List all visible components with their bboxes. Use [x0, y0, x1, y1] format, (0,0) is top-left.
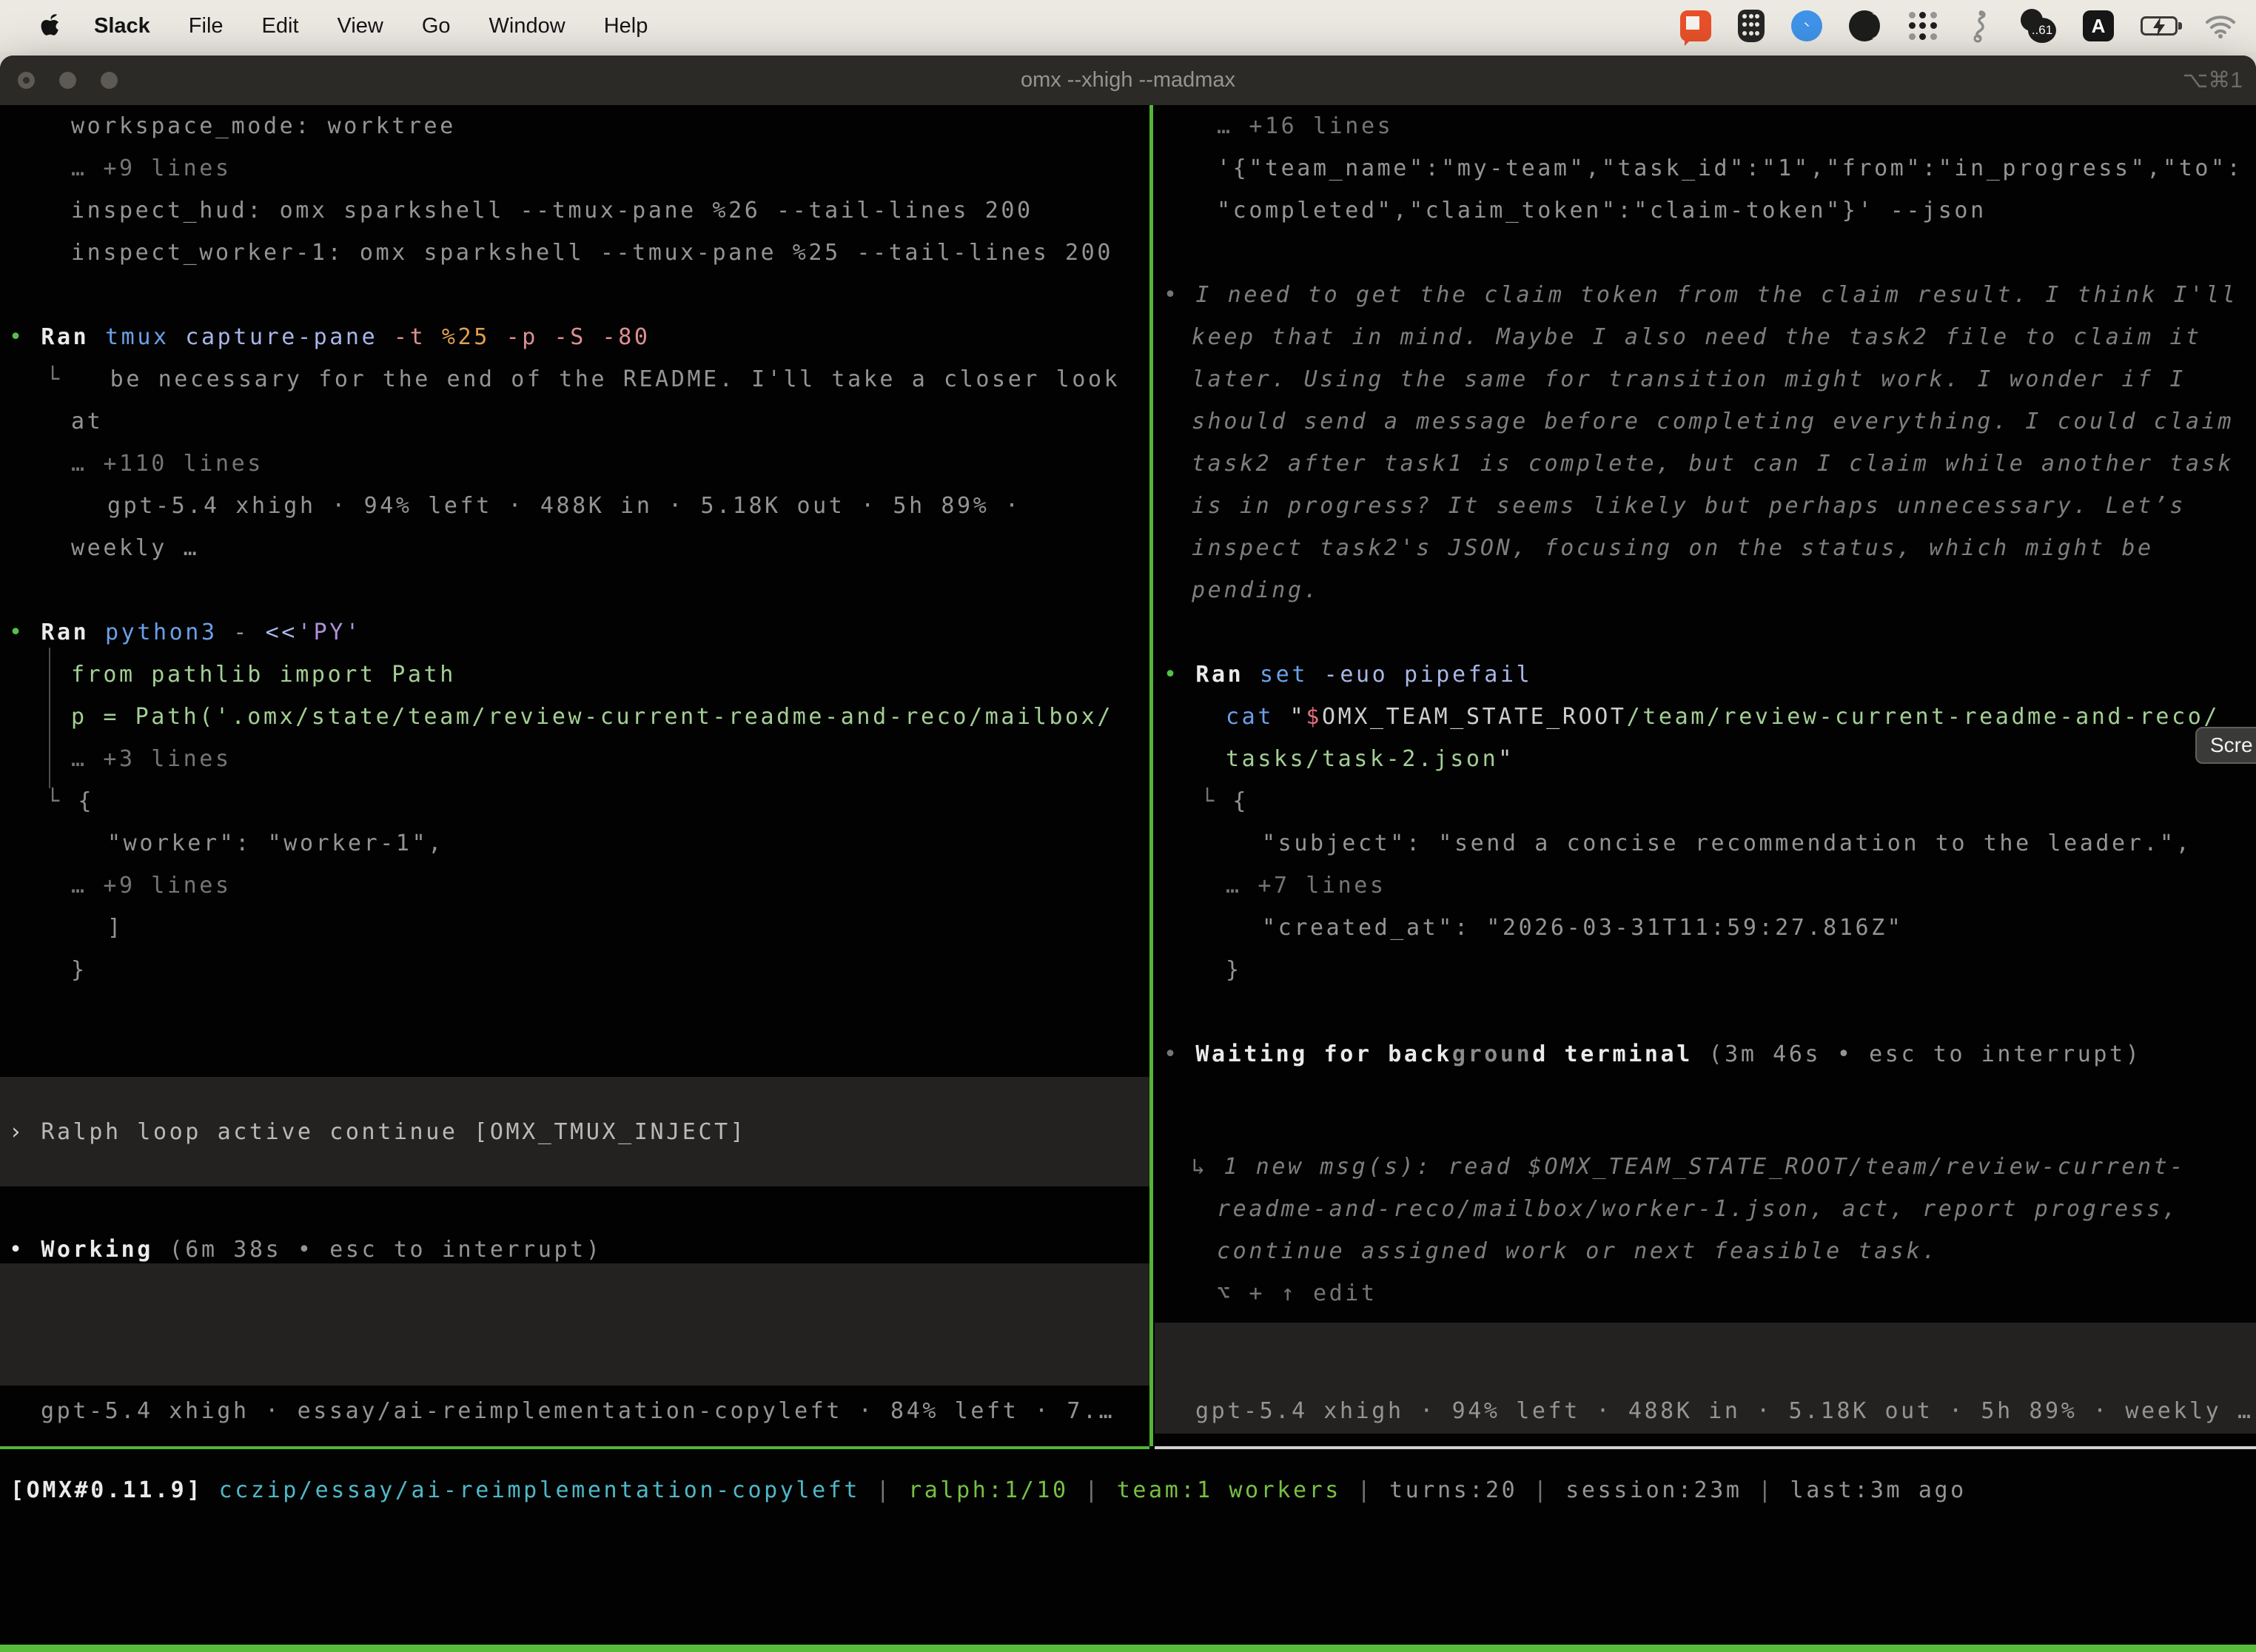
- count-badge-label: ..61: [2028, 18, 2056, 43]
- hud-model-status-line: gpt-5.4 xhigh · essay/ai-reimplementatio…: [0, 1390, 1149, 1432]
- terminal-line: continue assigned work or next feasible …: [1155, 1230, 2256, 1272]
- terminal-line: … +16 lines: [1155, 105, 2256, 147]
- menu-item-view[interactable]: View: [338, 14, 383, 38]
- window-title: omx --xhigh --madmax: [0, 68, 2256, 93]
- hud-output-stream: workspace_mode: worktree… +9 linesinspec…: [0, 105, 1149, 991]
- terminal-line: • Ran python3 - <<'PY': [0, 611, 1149, 654]
- menu-item-help[interactable]: Help: [604, 14, 648, 38]
- battery-icon[interactable]: [2141, 16, 2178, 36]
- tmux-status-bar: [omx-cczip0:bash* "MacBook-Pro-44.local"…: [0, 1645, 2256, 1652]
- terminal-line: … +7 lines: [1155, 864, 2256, 907]
- ralph-loop-panel: › Ralph loop active continue [OMX_TMUX_I…: [0, 1077, 1149, 1186]
- chat-badge-icon[interactable]: [1680, 10, 1711, 41]
- terminal-line: "created_at": "2026-03-31T11:59:27.816Z": [1155, 907, 2256, 949]
- waiting-status-line: • Waiting for background terminal (3m 46…: [1155, 1033, 2256, 1075]
- terminal-line: [0, 274, 1149, 316]
- terminal-line: pending.: [1155, 569, 2256, 611]
- terminal-line: ⌥ + ↑ edit: [1155, 1272, 2256, 1314]
- terminal-line: • Ran tmux capture-pane -t %25 -p -S -80: [0, 316, 1149, 358]
- terminal-line: should send a message before completing …: [1155, 400, 2256, 443]
- terminal-line: "worker": "worker-1",: [0, 822, 1149, 864]
- terminal-line: at: [0, 400, 1149, 443]
- menu-item-file[interactable]: File: [189, 14, 224, 38]
- terminal-line: … +9 lines: [0, 864, 1149, 907]
- terminal-line: weekly …: [0, 527, 1149, 569]
- terminal-line: [1155, 611, 2256, 654]
- count-badge-icon[interactable]: ..61: [2018, 9, 2056, 43]
- terminal-line: "subject": "send a concise recommendatio…: [1155, 822, 2256, 864]
- shield-grid-icon[interactable]: [1738, 10, 1765, 42]
- terminal-line: └ be necessary for the end of the README…: [0, 358, 1149, 400]
- menu-item-slack[interactable]: Slack: [94, 14, 150, 38]
- a-key-icon[interactable]: A: [2083, 10, 2114, 41]
- terminal-line: ↳ 1 new msg(s): read $OMX_TEAM_STATE_ROO…: [1155, 1146, 2256, 1188]
- apple-menu-icon[interactable]: [41, 14, 60, 38]
- terminal-line: gpt-5.4 xhigh · 94% left · 488K in · 5.1…: [1155, 1390, 2256, 1432]
- terminal-line: … +9 lines: [0, 147, 1149, 189]
- terminal-line: inspect_hud: omx sparkshell --tmux-pane …: [0, 189, 1149, 232]
- terminal-line: [OMX#0.11.9] cczip/essay/ai-reimplementa…: [0, 1469, 2256, 1511]
- menu-item-window[interactable]: Window: [489, 14, 565, 38]
- terminal-line: }: [1155, 949, 2256, 991]
- terminal-line: └ {: [1155, 780, 2256, 822]
- window-title-bar[interactable]: omx --xhigh --madmax ⌥⌘1: [0, 56, 2256, 105]
- screenshot-tooltip: Scre: [2195, 727, 2256, 764]
- terminal-line: readme-and-reco/mailbox/worker-1.json, a…: [1155, 1188, 2256, 1230]
- tmux-pane-worker[interactable]: … +16 lines'{"team_name":"my-team","task…: [1155, 105, 2256, 1446]
- terminal-line: '{"team_name":"my-team","task_id":"1","f…: [1155, 147, 2256, 189]
- terminal-line: later. Using the same for transition mig…: [1155, 358, 2256, 400]
- terminal-line: └ {: [0, 780, 1149, 822]
- heredoc-connector-rule: [49, 648, 50, 788]
- worker-model-status-line: gpt-5.4 xhigh · 94% left · 488K in · 5.1…: [1155, 1390, 2256, 1432]
- terminal-line: cat "$OMX_TEAM_STATE_ROOT/team/review-cu…: [1155, 696, 2256, 738]
- omx-status-line: [OMX#0.11.9] cczip/essay/ai-reimplementa…: [0, 1469, 2256, 1511]
- terminal-line: inspect task2's JSON, focusing on the st…: [1155, 527, 2256, 569]
- dots-grid-icon[interactable]: [1907, 10, 1939, 42]
- terminal-line: › Ralph loop active continue [OMX_TMUX_I…: [0, 1111, 1149, 1153]
- terminal-line: • I need to get the claim token from the…: [1155, 274, 2256, 316]
- terminal-line: keep that in mind. Maybe I also need the…: [1155, 316, 2256, 358]
- terminal-line: [1155, 232, 2256, 274]
- moon-circle-icon[interactable]: [1849, 10, 1880, 41]
- tmux-pane-hud[interactable]: workspace_mode: worktree… +9 linesinspec…: [0, 105, 1149, 1446]
- terminal-content: workspace_mode: worktree… +9 linesinspec…: [0, 105, 2256, 1652]
- terminal-line: inspect_worker-1: omx sparkshell --tmux-…: [0, 232, 1149, 274]
- terminal-line: p = Path('.omx/state/team/review-current…: [0, 696, 1149, 738]
- dragon-icon[interactable]: [1966, 9, 1991, 43]
- tmux-bottom-border: [1155, 1446, 2256, 1449]
- terminal-line: • Ran set -euo pipefail: [1155, 654, 2256, 696]
- terminal-line: … +110 lines: [0, 443, 1149, 485]
- hud-prompt-box[interactable]: › Improve documentation in @filename: [0, 1263, 1149, 1386]
- window-shortcut-hint: ⌥⌘1: [2183, 56, 2243, 105]
- tmux-session-label: [omx-cczip0:bash*: [10, 1645, 283, 1652]
- terminal-line: task2 after task1 is complete, but can I…: [1155, 443, 2256, 485]
- terminal-line: gpt-5.4 xhigh · essay/ai-reimplementatio…: [0, 1390, 1149, 1432]
- terminal-line: [0, 569, 1149, 611]
- worker-output-stream: … +16 lines'{"team_name":"my-team","task…: [1155, 105, 2256, 991]
- app-menu-items: Slack File Edit View Go Window Help: [94, 14, 648, 38]
- tmux-bottom-border-active: [0, 1446, 1149, 1449]
- terminal-line: is in progress? It seems likely but perh…: [1155, 485, 2256, 527]
- terminal-line: workspace_mode: worktree: [0, 105, 1149, 147]
- terminal-line: tasks/task-2.json": [1155, 738, 2256, 780]
- terminal-line: • Waiting for background terminal (3m 46…: [1155, 1033, 2256, 1075]
- terminal-line: gpt-5.4 xhigh · 94% left · 488K in · 5.1…: [0, 485, 1149, 527]
- mailbox-message-block: ↳ 1 new msg(s): read $OMX_TEAM_STATE_ROO…: [1155, 1146, 2256, 1314]
- terminal-line: ]: [0, 907, 1149, 949]
- terminal-line: "completed","claim_token":"claim-token"}…: [1155, 189, 2256, 232]
- terminal-window: omx --xhigh --madmax ⌥⌘1 workspace_mode:…: [0, 56, 2256, 1652]
- terminal-line: … +3 lines: [0, 738, 1149, 780]
- terminal-line: from pathlib import Path: [0, 654, 1149, 696]
- tmux-vertical-border-active[interactable]: [1149, 105, 1153, 1446]
- messenger-icon[interactable]: [1791, 10, 1822, 41]
- wifi-icon[interactable]: [2204, 13, 2237, 38]
- menu-bar: Slack File Edit View Go Window Help ..61 A: [0, 0, 2256, 52]
- menu-status-icons: ..61 A: [1680, 9, 2237, 43]
- menu-item-edit[interactable]: Edit: [262, 14, 299, 38]
- terminal-line: }: [0, 949, 1149, 991]
- tmux-host-and-clock: "MacBook-Pro-44.local" 05:03 31-Mar-26: [1641, 1645, 2250, 1652]
- menu-item-go[interactable]: Go: [422, 14, 451, 38]
- a-key-label: A: [2092, 15, 2106, 38]
